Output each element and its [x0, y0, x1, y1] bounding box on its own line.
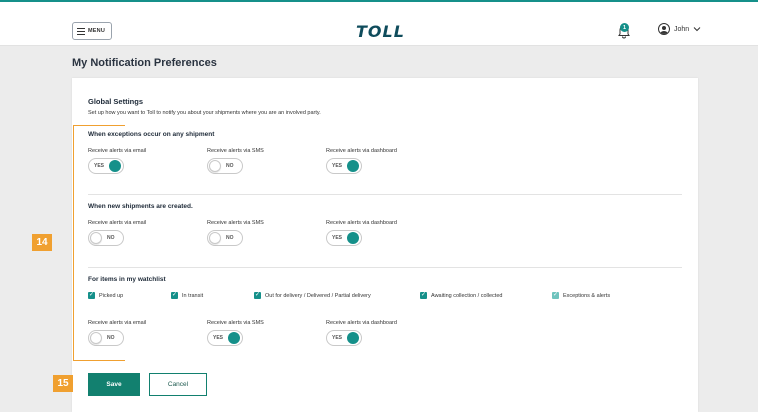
sms-alerts-label: Receive alerts via SMS [207, 320, 264, 326]
watchlist-checkbox-out-for-delivery[interactable]: ✓ Out for delivery / Delivered / Partial … [254, 292, 371, 299]
checkbox-label: In transit [182, 292, 204, 299]
toggle-knob [228, 332, 240, 344]
toggle-knob [90, 232, 102, 244]
new-shipments-sms-toggle[interactable]: NO [207, 230, 243, 246]
checkbox-label: Picked up [99, 292, 124, 299]
checkbox-label: Out for delivery / Delivered / Partial d… [265, 292, 371, 299]
notification-count-badge: 1 [620, 23, 629, 32]
toggle-state: YES [332, 163, 343, 169]
watchlist-dashboard-toggle[interactable]: YES [326, 330, 362, 346]
email-alerts-label: Receive alerts via email [88, 320, 147, 326]
save-button[interactable]: Save [88, 373, 140, 396]
checkbox-label: Exceptions & alerts [563, 292, 611, 299]
exceptions-dashboard-toggle[interactable]: YES [326, 158, 362, 174]
section-title-new-shipments: When new shipments are created. [88, 203, 193, 210]
toggle-state: YES [213, 335, 224, 341]
chevron-down-icon [693, 27, 701, 32]
toggle-knob [347, 160, 359, 172]
page-title: My Notification Preferences [72, 57, 217, 69]
section-divider [88, 194, 682, 195]
preferences-panel [72, 78, 698, 412]
toggle-state: YES [94, 163, 105, 169]
dashboard-alerts-label: Receive alerts via dashboard [326, 320, 397, 326]
watchlist-checkbox-exceptions[interactable]: ✓ Exceptions & alerts [552, 292, 610, 299]
section-title-watchlist: For items in my watchlist [88, 276, 166, 283]
watchlist-checkbox-in-transit[interactable]: ✓ In transit [171, 292, 203, 299]
exceptions-sms-toggle[interactable]: NO [207, 158, 243, 174]
checkbox-label: Awaiting collection / collected [431, 292, 503, 299]
toggle-state: NO [226, 235, 234, 241]
toggle-knob [90, 332, 102, 344]
exceptions-email-toggle[interactable]: YES [88, 158, 124, 174]
watchlist-email-toggle[interactable]: NO [88, 330, 124, 346]
cancel-button[interactable]: Cancel [149, 373, 207, 396]
global-settings-description: Set up how you want to Toll to notify yo… [88, 110, 321, 116]
toggle-state: NO [107, 235, 115, 241]
annotation-marker-15: 15 [53, 375, 73, 392]
toggle-knob [209, 160, 221, 172]
menu-label: MENU [88, 28, 105, 34]
toggle-knob [347, 232, 359, 244]
watchlist-sms-toggle[interactable]: YES [207, 330, 243, 346]
email-alerts-label: Receive alerts via email [88, 148, 147, 154]
sms-alerts-label: Receive alerts via SMS [207, 148, 264, 154]
menu-button[interactable]: MENU [72, 22, 112, 40]
dashboard-alerts-label: Receive alerts via dashboard [326, 148, 397, 154]
email-alerts-label: Receive alerts via email [88, 220, 147, 226]
user-avatar-icon [658, 23, 670, 35]
global-settings-title: Global Settings [88, 97, 144, 106]
watchlist-checkbox-picked-up[interactable]: ✓ Picked up [88, 292, 123, 299]
notifications-button[interactable]: 1 [617, 23, 631, 39]
sms-alerts-label: Receive alerts via SMS [207, 220, 264, 226]
toggle-state: NO [226, 163, 234, 169]
checkbox-checked-icon: ✓ [171, 292, 178, 299]
user-name: John [674, 25, 690, 33]
new-shipments-dashboard-toggle[interactable]: YES [326, 230, 362, 246]
toggle-state: NO [107, 335, 115, 341]
checkbox-checked-icon: ✓ [88, 292, 95, 299]
toggle-state: YES [332, 335, 343, 341]
section-divider [88, 267, 682, 268]
toggle-knob [209, 232, 221, 244]
dashboard-alerts-label: Receive alerts via dashboard [326, 220, 397, 226]
toggle-knob [347, 332, 359, 344]
checkbox-checked-icon: ✓ [552, 292, 559, 299]
watchlist-checkbox-awaiting-collection[interactable]: ✓ Awaiting collection / collected [420, 292, 502, 299]
section-title-exceptions: When exceptions occur on any shipment [88, 131, 215, 138]
menu-icon [77, 27, 85, 35]
toll-logo[interactable]: TOLL [356, 22, 405, 41]
toggle-knob [109, 160, 121, 172]
annotation-marker-14: 14 [32, 234, 52, 251]
app-header: MENU TOLL 1 John [0, 2, 758, 46]
checkbox-checked-icon: ✓ [420, 292, 427, 299]
checkbox-checked-icon: ✓ [254, 292, 261, 299]
user-menu[interactable]: John [658, 23, 701, 35]
new-shipments-email-toggle[interactable]: NO [88, 230, 124, 246]
toggle-state: YES [332, 235, 343, 241]
